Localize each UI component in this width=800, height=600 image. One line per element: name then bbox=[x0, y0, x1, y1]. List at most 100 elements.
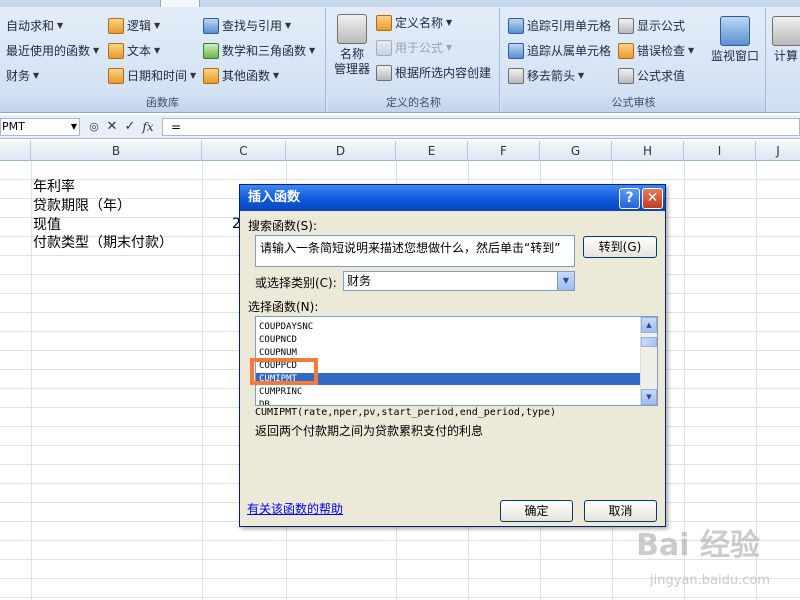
cell-present-value[interactable]: 现值 bbox=[33, 214, 61, 234]
cell-payment-type[interactable]: 付款类型（期末付款） bbox=[33, 232, 173, 252]
cell-loan-term[interactable]: 贷款期限（年） bbox=[33, 195, 131, 215]
autosum-label: 自动求和 bbox=[6, 19, 55, 33]
function-signature: CUMIPMT(rate,nper,pv,start_period,end_pe… bbox=[255, 407, 557, 418]
math-button[interactable]: 数学和三角函数 ▼ bbox=[203, 41, 315, 61]
remove-arrows-label: 移去箭头 bbox=[527, 69, 576, 83]
name-manager-icon bbox=[337, 14, 367, 44]
column-header[interactable]: B bbox=[31, 141, 202, 161]
dialog-title: 插入函数 bbox=[248, 190, 301, 205]
formula-input[interactable]: = bbox=[162, 118, 800, 136]
enter-check-icon[interactable]: ✓ bbox=[122, 118, 138, 136]
define-name-button[interactable]: 定义名称 ▼ bbox=[376, 13, 452, 33]
function-help-link[interactable]: 有关该函数的帮助 bbox=[247, 500, 343, 517]
chevron-down-icon: ▼ bbox=[446, 43, 453, 52]
math-icon bbox=[203, 43, 219, 59]
scroll-down-icon[interactable]: ▼ bbox=[641, 389, 657, 405]
name-manager-label-2: 管理器 bbox=[333, 62, 370, 76]
datetime-label: 日期和时间 bbox=[127, 69, 188, 83]
text-icon bbox=[108, 43, 124, 59]
evaluate-formula-button[interactable]: 公式求值 bbox=[618, 66, 685, 86]
name-box-value: PMT bbox=[2, 120, 25, 133]
search-input[interactable]: 请输入一条简短说明来描述您想做什么，然后单击“转到” bbox=[255, 235, 575, 267]
define-name-icon bbox=[376, 15, 392, 31]
function-library-group: 自动求和 ▼ 最近使用的函数 ▼ 财务 ▼ 逻辑 ▼ 文本 ▼ 日期和时间 ▼ bbox=[0, 8, 326, 112]
name-manager-button[interactable]: 名称 管理器 bbox=[332, 14, 372, 77]
column-headers: B C D E F G H I J bbox=[0, 141, 800, 161]
column-header[interactable]: J bbox=[756, 141, 800, 161]
search-label: 搜索函数(S): bbox=[248, 219, 318, 233]
trace-precedents-button[interactable]: 追踪引用单元格 bbox=[508, 16, 611, 36]
column-header[interactable]: D bbox=[286, 141, 396, 161]
dialog-titlebar[interactable]: 插入函数 bbox=[240, 185, 665, 211]
error-checking-button[interactable]: 错误检查 ▼ bbox=[618, 41, 694, 61]
calculation-button[interactable]: 计算 bbox=[772, 16, 800, 64]
column-header[interactable]: G bbox=[540, 141, 612, 161]
name-manager-label-1: 名称 bbox=[339, 47, 364, 61]
list-item[interactable]: DB bbox=[256, 399, 657, 405]
list-item[interactable]: COUPDAYSNC bbox=[256, 321, 657, 333]
watermark-logo: Bai 经验 bbox=[636, 528, 760, 563]
text-label: 文本 bbox=[127, 44, 152, 58]
chevron-down-icon: ▼ bbox=[285, 21, 292, 30]
close-icon[interactable]: ✕ bbox=[642, 188, 663, 209]
formula-auditing-group-label: 公式审核 bbox=[502, 94, 765, 112]
datetime-button[interactable]: 日期和时间 ▼ bbox=[108, 66, 196, 86]
other-functions-button[interactable]: 其他函数 ▼ bbox=[203, 66, 279, 86]
function-library-group-label: 函数库 bbox=[0, 94, 325, 112]
watch-window-button[interactable]: 监视窗口 bbox=[707, 16, 763, 64]
show-formulas-button[interactable]: 显示公式 bbox=[618, 16, 685, 36]
list-item[interactable]: COUPNCD bbox=[256, 334, 657, 346]
scroll-up-icon[interactable]: ▲ bbox=[641, 317, 657, 333]
list-scrollbar[interactable]: ▲ ▼ bbox=[640, 317, 657, 405]
chevron-down-icon: ▼ bbox=[190, 71, 197, 80]
cancel-button[interactable]: 取消 bbox=[584, 500, 657, 522]
evaluate-formula-label: 公式求值 bbox=[637, 69, 686, 83]
column-header[interactable]: I bbox=[684, 141, 756, 161]
chevron-down-icon: ▼ bbox=[446, 18, 453, 27]
chevron-down-icon[interactable]: ▼ bbox=[557, 272, 574, 290]
create-from-selection-label: 根据所选内容创建 bbox=[395, 66, 492, 80]
list-item[interactable]: CUMPRINC bbox=[256, 386, 657, 398]
go-button[interactable]: 转到(G) bbox=[583, 236, 657, 258]
chevron-down-icon[interactable]: ▼ bbox=[71, 119, 77, 135]
column-header[interactable]: E bbox=[396, 141, 468, 161]
tab-formulas[interactable] bbox=[160, 0, 200, 7]
trace-dependents-button[interactable]: 追踪从属单元格 bbox=[508, 41, 611, 61]
column-header[interactable]: F bbox=[468, 141, 540, 161]
autosum-button[interactable]: 自动求和 ▼ bbox=[6, 16, 63, 36]
expand-circle-icon[interactable]: ◎ bbox=[86, 118, 102, 136]
use-in-formula-button[interactable]: 用于公式 ▼ bbox=[376, 38, 452, 58]
logical-icon bbox=[108, 18, 124, 34]
scroll-thumb[interactable] bbox=[641, 337, 657, 347]
show-formulas-label: 显示公式 bbox=[637, 19, 686, 33]
cancel-x-icon[interactable]: ✕ bbox=[104, 118, 120, 136]
name-box[interactable]: PMT ▼ bbox=[0, 118, 80, 136]
grid-vline bbox=[202, 161, 203, 600]
lookup-icon bbox=[203, 18, 219, 34]
trace-precedents-label: 追踪引用单元格 bbox=[527, 19, 612, 33]
chevron-down-icon: ▼ bbox=[578, 71, 585, 80]
category-select[interactable]: 财务 ▼ bbox=[343, 271, 575, 291]
create-from-selection-button[interactable]: 根据所选内容创建 bbox=[376, 63, 491, 83]
column-header-a[interactable] bbox=[0, 141, 31, 161]
text-button[interactable]: 文本 ▼ bbox=[108, 41, 160, 61]
category-label: 或选择类别(C): bbox=[255, 276, 337, 290]
insert-function-icon[interactable]: fx bbox=[140, 118, 156, 136]
error-checking-icon bbox=[618, 43, 634, 59]
recent-functions-button[interactable]: 最近使用的函数 ▼ bbox=[6, 41, 99, 61]
lookup-button[interactable]: 查找与引用 ▼ bbox=[203, 16, 291, 36]
calculation-label: 计算 bbox=[773, 49, 798, 63]
help-icon[interactable]: ? bbox=[619, 188, 640, 209]
column-header[interactable]: H bbox=[612, 141, 684, 161]
formula-bar: PMT ▼ ◎ ✕ ✓ fx = bbox=[0, 115, 800, 139]
cell-annual-rate[interactable]: 年利率 bbox=[33, 176, 75, 196]
ok-button[interactable]: 确定 bbox=[500, 500, 573, 522]
column-header[interactable]: C bbox=[202, 141, 286, 161]
logical-button[interactable]: 逻辑 ▼ bbox=[108, 16, 160, 36]
remove-arrows-button[interactable]: 移去箭头 ▼ bbox=[508, 66, 584, 86]
calendar-icon bbox=[108, 68, 124, 84]
financial-button[interactable]: 财务 ▼ bbox=[6, 66, 39, 86]
ribbon-tabstrip bbox=[0, 0, 800, 7]
logical-label: 逻辑 bbox=[127, 19, 152, 33]
trace-dependents-label: 追踪从属单元格 bbox=[527, 44, 612, 58]
